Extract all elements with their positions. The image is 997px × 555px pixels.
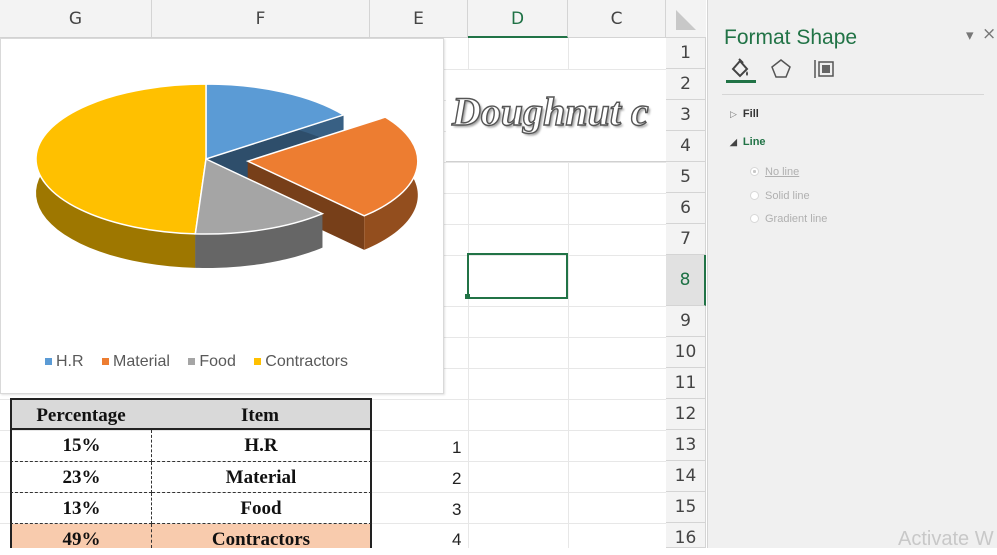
column-header-g[interactable]: G (0, 0, 152, 38)
legend-swatch-material (102, 358, 110, 366)
row-header[interactable]: 7 (666, 224, 706, 255)
pane-close-button[interactable]: × (982, 24, 996, 44)
row-header[interactable]: 16 (666, 523, 706, 548)
row-header[interactable]: 14 (666, 461, 706, 492)
row-header[interactable]: 2 (666, 69, 706, 100)
table-cell-pct: 23% (10, 462, 152, 493)
pane-title: Format Shape (724, 26, 858, 49)
row-header[interactable]: 11 (666, 368, 706, 399)
table-cell-pct: 15% (10, 430, 152, 462)
pie-slice-contractors (35, 83, 207, 268)
line-section-label: Line (742, 136, 766, 148)
selected-cell[interactable] (467, 253, 568, 299)
line-section-header[interactable]: ◢ Line (730, 136, 766, 148)
table-cell-item: Material (152, 462, 372, 493)
column-header-c[interactable]: C (568, 0, 666, 38)
row-header[interactable]: 5 (666, 162, 706, 193)
legend-swatch-food (188, 358, 196, 366)
fill-line-icon[interactable] (728, 56, 754, 80)
row-header-active[interactable]: 8 (666, 255, 706, 306)
no-line-label: No line (765, 166, 800, 178)
radio-icon (750, 191, 759, 200)
row-header[interactable]: 3 (666, 100, 706, 131)
index-number: 3 (452, 500, 462, 519)
table-cell-item: H.R (152, 430, 372, 462)
pane-options-dropdown[interactable]: ▾ (966, 26, 974, 44)
legend-item: H.R (45, 353, 84, 370)
select-all-triangle-icon (676, 10, 696, 30)
row-header[interactable]: 15 (666, 492, 706, 523)
gradient-line-option[interactable]: Gradient line (750, 213, 827, 225)
solid-line-label: Solid line (765, 190, 810, 202)
legend-item: Contractors (254, 353, 348, 370)
pie-chart-plot (35, 83, 419, 268)
collapsed-chevron-icon: ▷ (730, 109, 737, 119)
legend-label: Contractors (265, 353, 348, 370)
format-shape-pane: Format Shape ▾ × ▷ Fill ◢ Line No line Sol… (707, 0, 997, 548)
table-cell-pct: 13% (10, 493, 152, 524)
doughnut-heading-box[interactable]: Doughnut c (446, 70, 666, 162)
pane-divider (722, 94, 984, 95)
effects-icon[interactable] (768, 56, 794, 80)
column-header-d[interactable]: D (468, 0, 568, 38)
expanded-chevron-icon: ◢ (730, 137, 737, 147)
legend-label: Material (113, 353, 170, 370)
legend-swatch-hr (45, 358, 52, 366)
index-number: 2 (452, 469, 462, 488)
doughnut-heading-text: Doughnut c (451, 88, 649, 134)
index-number: 1 (452, 438, 462, 457)
legend-label: H.R (56, 353, 84, 370)
table-header-item: Item (150, 398, 372, 430)
table-cell-pct-highlight: 49% (10, 524, 152, 550)
row-header[interactable]: 9 (666, 306, 706, 337)
legend-swatch-contractors (254, 358, 262, 366)
select-all-corner[interactable] (666, 0, 706, 38)
no-line-option[interactable]: No line (750, 166, 799, 178)
solid-line-option[interactable]: Solid line (750, 190, 810, 202)
chart-legend: H.R Material Food Contractors (45, 353, 362, 371)
table-cell-item-highlight: Contractors (152, 524, 372, 550)
column-header-f[interactable]: F (152, 0, 370, 38)
row-header[interactable]: 4 (666, 131, 706, 162)
fill-section-label: Fill (742, 108, 759, 120)
legend-label: Food (199, 353, 236, 370)
gradient-line-label: Gradient line (765, 213, 828, 225)
legend-item: Material (102, 353, 170, 370)
row-header[interactable]: 12 (666, 399, 706, 430)
pie-chart[interactable]: H.R Material Food Contractors (0, 38, 444, 394)
size-properties-icon[interactable] (812, 56, 838, 80)
row-header[interactable]: 10 (666, 337, 706, 368)
column-header-e[interactable]: E (370, 0, 468, 38)
fill-handle[interactable] (465, 294, 470, 299)
legend-item: Food (188, 353, 236, 370)
row-header[interactable]: 13 (666, 430, 706, 461)
table-header-percentage: Percentage (10, 398, 152, 430)
radio-icon (750, 214, 759, 223)
table-cell-item: Food (152, 493, 372, 524)
row-header[interactable]: 1 (666, 38, 706, 69)
row-header[interactable]: 6 (666, 193, 706, 224)
radio-icon (750, 167, 759, 176)
fill-section-header[interactable]: ▷ Fill (730, 108, 759, 120)
index-number: 4 (452, 530, 462, 549)
active-tab-indicator (726, 80, 756, 83)
